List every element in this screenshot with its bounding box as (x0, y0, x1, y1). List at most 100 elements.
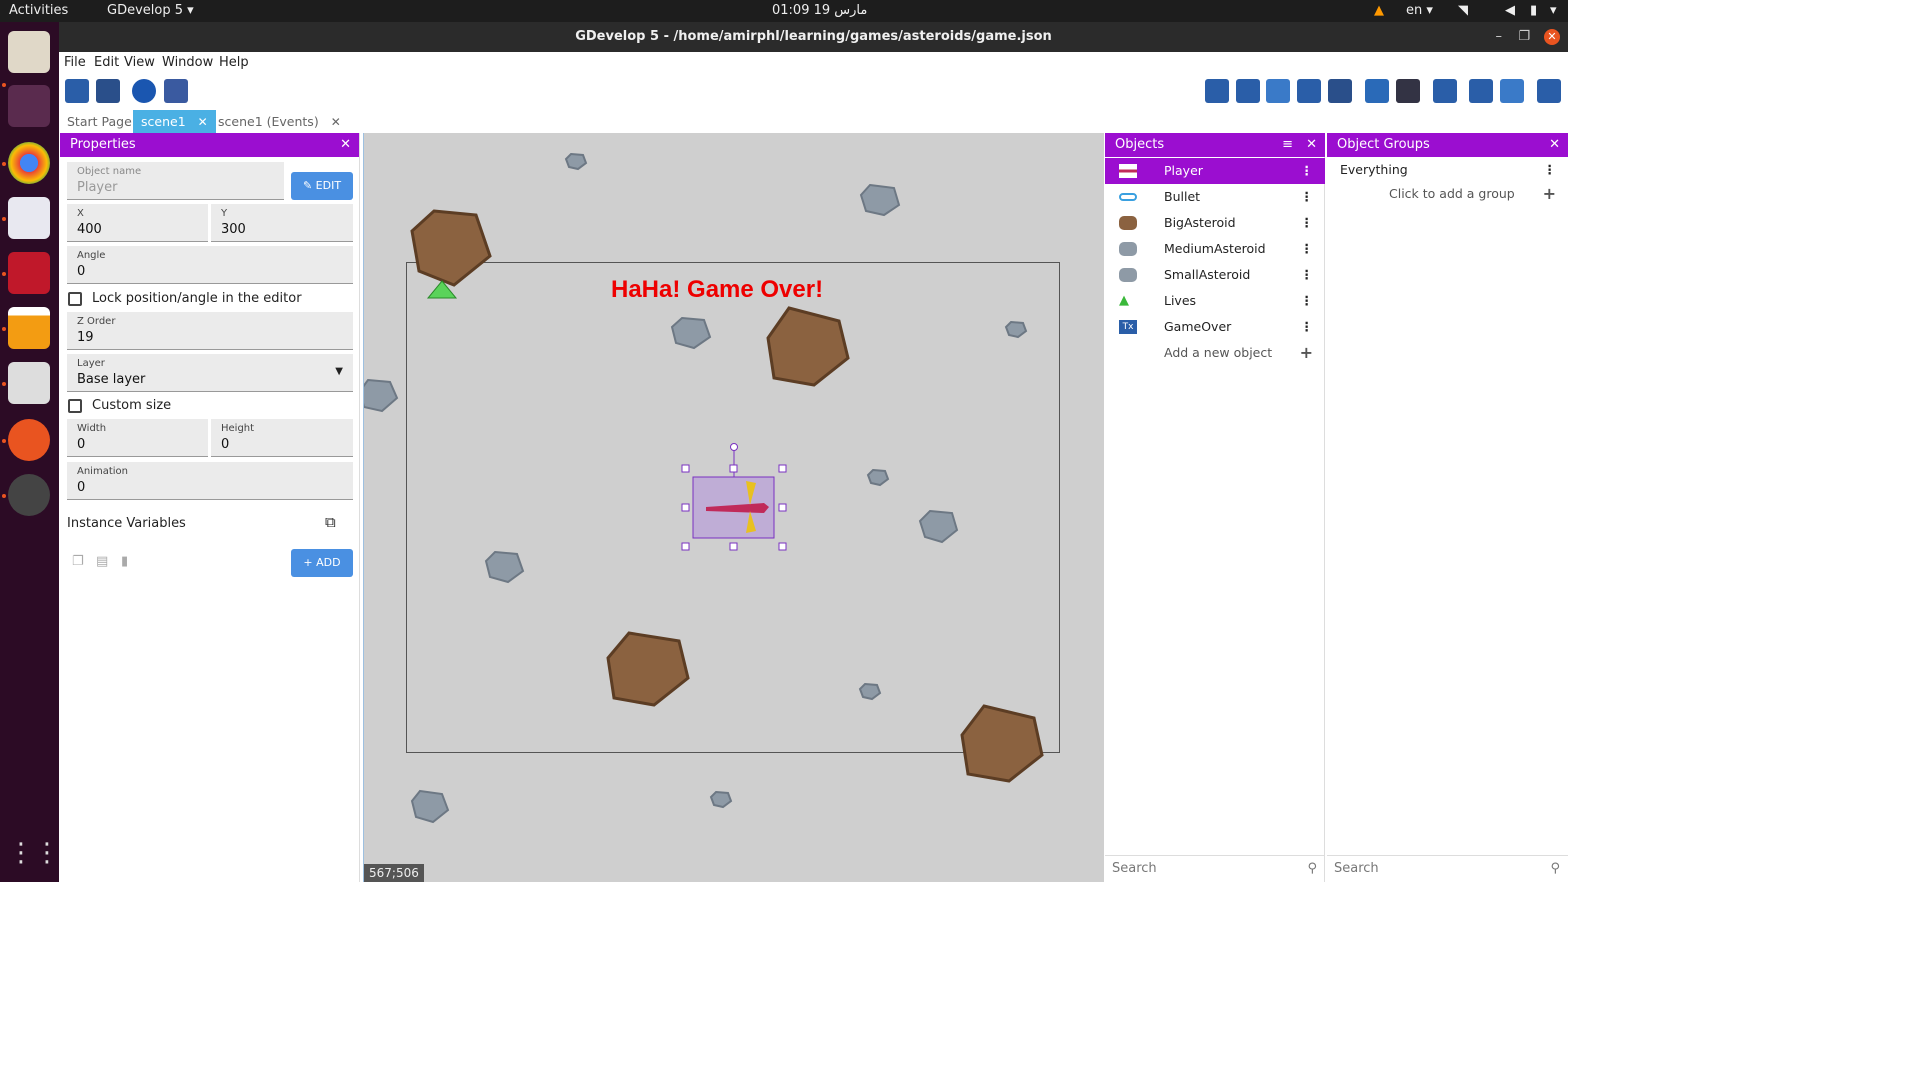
search-icon[interactable]: ⚲ (1550, 856, 1560, 882)
plus-icon[interactable]: + (1543, 181, 1556, 207)
edit-button[interactable]: ✎ EDIT (291, 172, 353, 200)
more-options-icon[interactable]: ⋮ (1544, 157, 1557, 183)
player-instance[interactable] (681, 443, 787, 551)
big-asteroid[interactable] (766, 306, 850, 387)
chrome-icon[interactable] (8, 142, 50, 184)
more-options-icon[interactable]: ⋮ (1301, 314, 1314, 340)
more-options-icon[interactable]: ⋮ (1301, 184, 1314, 210)
preview-play-icon[interactable] (132, 79, 156, 103)
redo-icon[interactable] (1396, 79, 1420, 103)
object-item-bigasteroid[interactable]: BigAsteroid ⋮ (1105, 210, 1325, 236)
copy-icon[interactable]: ❐ (72, 554, 84, 569)
undo-icon[interactable] (1365, 79, 1389, 103)
language-indicator[interactable]: en ▾ (1406, 3, 1433, 18)
vlc-tray-icon[interactable]: ▲ (1374, 3, 1384, 18)
battery-icon[interactable]: ▮ (1530, 3, 1537, 18)
object-item-player[interactable]: Player ⋮ (1105, 158, 1325, 184)
document-viewer-icon[interactable] (8, 362, 50, 404)
ubuntu-software-icon[interactable] (8, 419, 50, 461)
game-over-text[interactable]: HaHa! Game Over! (611, 276, 823, 304)
delete-icon[interactable] (1433, 79, 1457, 103)
object-item-lives[interactable]: ▲ Lives ⋮ (1105, 288, 1325, 314)
object-item-mediumasteroid[interactable]: MediumAsteroid ⋮ (1105, 236, 1325, 262)
width-field[interactable]: Width 0 (67, 419, 208, 457)
text-editor-icon[interactable] (8, 197, 50, 239)
more-options-icon[interactable]: ⋮ (1301, 236, 1314, 262)
small-asteroid[interactable] (709, 790, 733, 809)
volume-icon[interactable]: ◀ (1505, 3, 1515, 18)
project-manager-icon[interactable] (65, 79, 89, 103)
more-options-icon[interactable]: ⋮ (1301, 288, 1314, 314)
activities-button[interactable]: Activities (9, 3, 68, 18)
properties-icon[interactable] (1266, 79, 1290, 103)
close-icon[interactable]: ✕ (340, 133, 351, 157)
y-field[interactable]: Y 300 (211, 204, 353, 242)
small-asteroid[interactable] (866, 468, 890, 487)
gdevelop-icon[interactable] (8, 252, 50, 294)
lock-position-checkbox[interactable] (68, 292, 82, 306)
objects-panel-icon[interactable] (1205, 79, 1229, 103)
tab-start-page[interactable]: Start Page (59, 110, 140, 133)
add-group-row[interactable]: Click to add a group + (1327, 181, 1568, 207)
close-icon[interactable]: ✕ (331, 115, 341, 129)
open-scene-icon[interactable] (96, 79, 120, 103)
height-field[interactable]: Height 0 (211, 419, 353, 457)
medium-asteroid[interactable] (859, 183, 901, 217)
big-asteroid[interactable] (606, 631, 690, 707)
instances-list-icon[interactable] (1297, 79, 1321, 103)
menu-file[interactable]: File (64, 55, 86, 70)
open-external-icon[interactable]: ⧉ (325, 513, 336, 531)
objects-search-input[interactable]: Search ⚲ (1105, 855, 1325, 881)
search-icon[interactable]: ⚲ (1307, 856, 1317, 882)
close-icon[interactable]: ✕ (1549, 133, 1560, 157)
object-name-field[interactable]: Object name Player (67, 162, 284, 200)
scene-canvas[interactable]: HaHa! Game Over! 567;506 (363, 133, 1104, 882)
menu-edit[interactable]: Edit (94, 55, 119, 70)
files-icon[interactable] (8, 31, 50, 73)
object-item-smallasteroid[interactable]: SmallAsteroid ⋮ (1105, 262, 1325, 288)
medium-asteroid[interactable] (484, 550, 525, 584)
more-options-icon[interactable]: ⋮ (1301, 210, 1314, 236)
show-apps-icon[interactable]: ⋮⋮⋮ (8, 832, 86, 874)
close-icon[interactable]: ✕ (198, 115, 208, 129)
object-item-bullet[interactable]: Bullet ⋮ (1105, 184, 1325, 210)
big-asteroid[interactable] (960, 704, 1044, 783)
software-updater-icon[interactable] (8, 474, 50, 516)
window-close-button[interactable]: ✕ (1544, 29, 1560, 45)
object-item-gameover[interactable]: Tx GameOver ⋮ (1105, 314, 1325, 340)
tab-scene1-events[interactable]: scene1 (Events) ✕ (210, 110, 349, 133)
layers-icon[interactable] (1328, 79, 1352, 103)
paste-icon[interactable]: ▤ (96, 554, 108, 569)
custom-size-checkbox[interactable] (68, 399, 82, 413)
app-menu[interactable]: GDevelop 5 ▾ (107, 3, 194, 18)
medium-asteroid[interactable] (670, 316, 712, 350)
group-item-everything[interactable]: Everything ⋮ (1327, 157, 1568, 183)
maximize-button[interactable]: ❐ (1518, 22, 1530, 52)
z-order-field[interactable]: Z Order 19 (67, 312, 353, 350)
filter-icon[interactable]: ≡ (1282, 133, 1293, 157)
wifi-icon[interactable]: ◥ (1458, 3, 1468, 18)
plus-icon[interactable]: + (1300, 340, 1313, 366)
vlc-icon[interactable] (8, 307, 50, 349)
more-options-icon[interactable]: ⋮ (1301, 262, 1314, 288)
menu-help[interactable]: Help (219, 55, 249, 70)
groups-search-input[interactable]: Search ⚲ (1327, 855, 1568, 881)
layer-select[interactable]: Layer Base layer ▼ (67, 354, 353, 392)
grid-icon[interactable] (1469, 79, 1493, 103)
more-options-icon[interactable]: ⋮ (1301, 158, 1314, 184)
debugger-icon[interactable] (164, 79, 188, 103)
small-asteroid[interactable] (858, 682, 882, 701)
x-field[interactable]: X 400 (67, 204, 208, 242)
big-asteroid[interactable] (410, 209, 492, 287)
trash-icon[interactable]: ▮ (121, 554, 128, 569)
small-asteroid[interactable] (1004, 320, 1028, 339)
active-app-icon[interactable] (8, 85, 50, 127)
scene-settings-icon[interactable] (1537, 79, 1561, 103)
tab-scene1[interactable]: scene1 ✕ (133, 110, 216, 133)
menu-view[interactable]: View (124, 55, 155, 70)
animation-field[interactable]: Animation 0 (67, 462, 353, 500)
medium-asteroid[interactable] (410, 789, 450, 824)
minimize-button[interactable]: – (1496, 22, 1503, 52)
menu-window[interactable]: Window (162, 55, 213, 70)
close-icon[interactable]: ✕ (1306, 133, 1317, 157)
